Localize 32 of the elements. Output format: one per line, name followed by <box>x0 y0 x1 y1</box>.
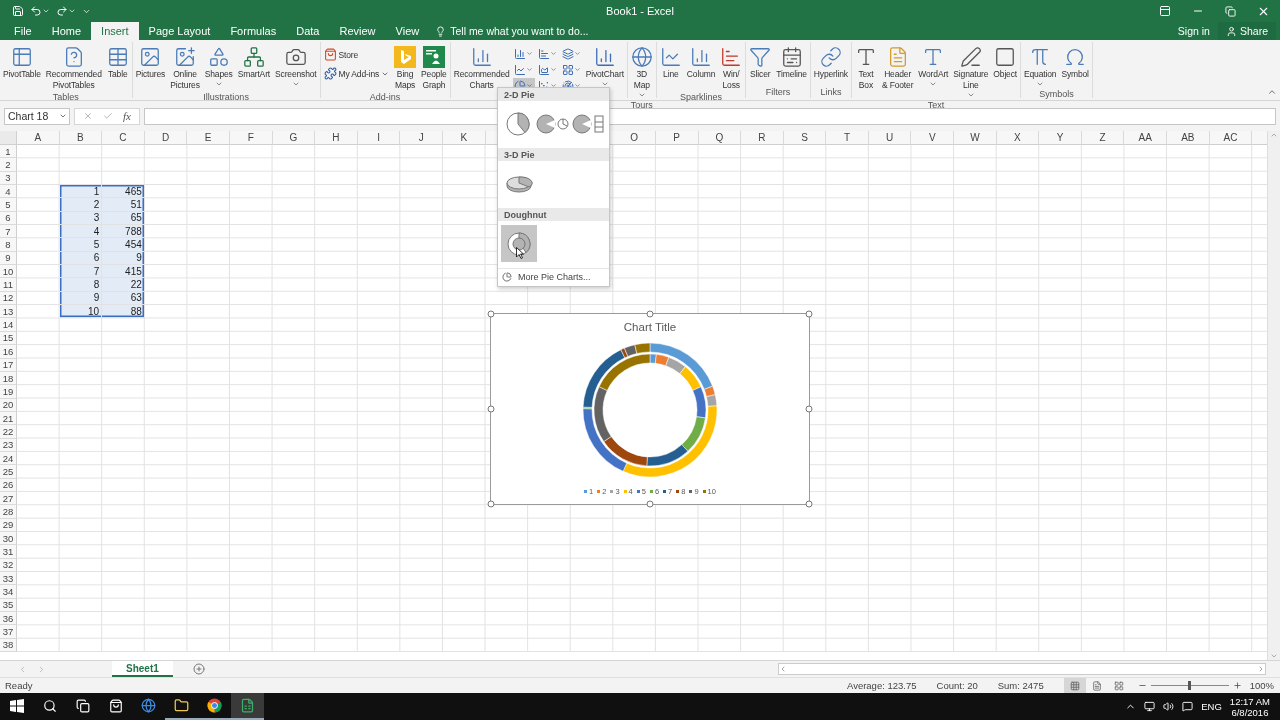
status-stat: Sum: 2475 <box>997 680 1044 691</box>
table-cell: 8 <box>59 278 103 292</box>
window-title: Book1 - Excel <box>606 5 674 17</box>
table-cell: 22 <box>102 278 145 292</box>
group-label: Links <box>820 86 842 98</box>
table-cell: 5 <box>59 238 103 252</box>
status-stat: Count: 20 <box>936 680 978 691</box>
table-cell: 2 <box>59 198 103 212</box>
status-text: Ready <box>5 680 33 691</box>
group-label: Tables <box>52 91 79 103</box>
group-label: Add-ins <box>369 91 401 103</box>
group-label: Sparklines <box>680 91 723 103</box>
chart-title: Chart Title <box>623 321 677 333</box>
table-cell: 4 <box>59 225 103 239</box>
table-cell: 1 <box>59 185 103 199</box>
menu-section-title: 3-D Pie <box>498 148 609 161</box>
group-label: Symbols <box>1039 88 1074 100</box>
table-cell: 51 <box>102 198 145 212</box>
table-cell: 415 <box>102 265 145 279</box>
table-cell: 788 <box>102 225 145 239</box>
table-cell: 7 <box>59 265 103 279</box>
group-label: Illustrations <box>203 91 249 103</box>
table-cell: 465 <box>102 185 145 199</box>
group-label: Text <box>927 99 945 111</box>
menu-section-title: 2-D Pie <box>498 88 609 101</box>
table-cell: 88 <box>102 305 145 319</box>
table-cell: 10 <box>59 305 103 319</box>
group-label: Tours <box>630 99 653 111</box>
menu-section-title: Doughnut <box>498 208 609 221</box>
group-label: Filters <box>765 86 791 98</box>
table-cell: 454 <box>102 238 145 252</box>
status-stat: Average: 123.75 <box>846 680 917 691</box>
